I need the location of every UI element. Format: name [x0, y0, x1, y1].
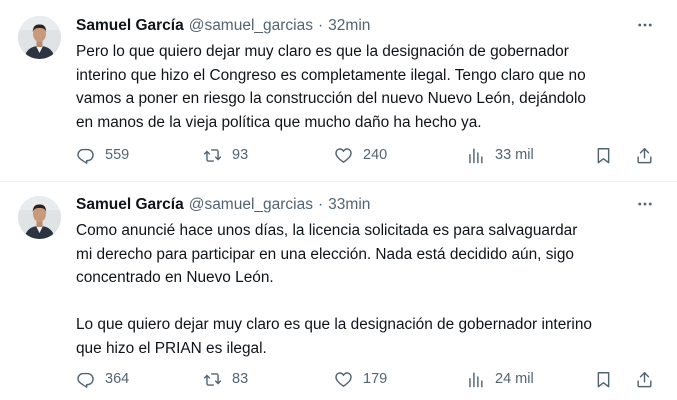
tweet-text: Como anuncié hace unos días, la licencia… [76, 219, 661, 360]
tweet[interactable]: Samuel García @samuel_garcias · 33min Co… [0, 183, 677, 400]
share-icon [637, 147, 652, 163]
avatar-image [18, 16, 61, 59]
more-options-button[interactable] [630, 192, 660, 216]
retweet-count: 93 [232, 147, 249, 163]
reply-icon [77, 148, 94, 164]
analytics-icon [469, 147, 483, 163]
meta-separator: · [318, 196, 324, 213]
like-count: 179 [363, 371, 388, 387]
bookmark-icon [597, 147, 610, 163]
views-count: 24 mil [495, 371, 534, 387]
tweet-text-line: Pero lo que quiero dejar muy claro es qu… [76, 43, 569, 60]
like-button[interactable]: 240 [334, 143, 387, 167]
retweet-button[interactable]: 83 [203, 367, 248, 391]
tweet-text-line: interino que hizo el Congreso es complet… [76, 66, 586, 84]
analytics-icon [469, 371, 483, 387]
more-options-button[interactable] [630, 13, 660, 37]
like-button[interactable]: 179 [334, 367, 387, 391]
tweet-divider [0, 181, 677, 182]
tweet-text-line: mi derecho para participar en una elecci… [76, 245, 574, 263]
views-count: 33 mil [495, 147, 534, 163]
bookmark-icon [597, 371, 610, 387]
author-handle[interactable]: @samuel_garcias [189, 195, 313, 215]
tweet-text-line: Lo que quiero dejar muy claro es que la … [76, 316, 592, 333]
tweet-text-line: vamos a poner en riesgo la construcción … [76, 90, 586, 107]
avatar[interactable] [18, 196, 61, 239]
heart-icon [335, 371, 352, 387]
author-name[interactable]: Samuel García [76, 16, 184, 36]
tweet-text-line: que hizo el PRIAN es ilegal. [76, 339, 267, 357]
retweet-icon [203, 148, 222, 162]
meta-separator: · [318, 17, 324, 34]
author-name[interactable]: Samuel García [76, 195, 184, 215]
views-button[interactable]: 33 mil [466, 143, 534, 167]
bookmark-button[interactable] [594, 367, 613, 391]
share-button[interactable] [635, 367, 654, 391]
timestamp[interactable]: 33min [328, 195, 370, 215]
share-icon [637, 371, 652, 387]
ellipsis-icon [638, 23, 652, 27]
tweet-actions: 559 93 240 33 mil [76, 143, 666, 167]
reply-icon [77, 372, 94, 388]
retweet-count: 83 [232, 371, 249, 387]
reply-count: 559 [105, 147, 130, 163]
retweet-button[interactable]: 93 [203, 143, 248, 167]
bookmark-button[interactable] [594, 143, 613, 167]
tweet-actions: 364 83 179 24 mil [76, 367, 666, 391]
heart-icon [335, 147, 352, 163]
tweet-header: Samuel García @samuel_garcias · 33min [76, 195, 370, 215]
tweet-text-line: concentrado en Nuevo León. [76, 269, 274, 286]
share-button[interactable] [635, 143, 654, 167]
timestamp[interactable]: 32min [328, 16, 370, 36]
like-count: 240 [363, 147, 388, 163]
views-button[interactable]: 24 mil [466, 367, 534, 391]
reply-button[interactable]: 559 [76, 143, 129, 167]
tweet-text-line: Como anuncié hace unos días, la licencia… [76, 222, 578, 239]
avatar[interactable] [18, 16, 61, 59]
tweet-text-line: en manos de la vieja política que mucho … [76, 113, 482, 131]
retweet-icon [203, 372, 222, 386]
tweet-header: Samuel García @samuel_garcias · 32min [76, 16, 370, 36]
ellipsis-icon [638, 202, 652, 206]
tweet-text: Pero lo que quiero dejar muy claro es qu… [76, 40, 661, 134]
avatar-image [18, 196, 61, 239]
tweet[interactable]: Samuel García @samuel_garcias · 32min Pe… [0, 0, 677, 182]
reply-count: 364 [105, 371, 130, 387]
tweet-feed: Samuel García @samuel_garcias · 32min Pe… [0, 0, 677, 400]
reply-button[interactable]: 364 [76, 367, 129, 391]
author-handle[interactable]: @samuel_garcias [189, 16, 313, 36]
